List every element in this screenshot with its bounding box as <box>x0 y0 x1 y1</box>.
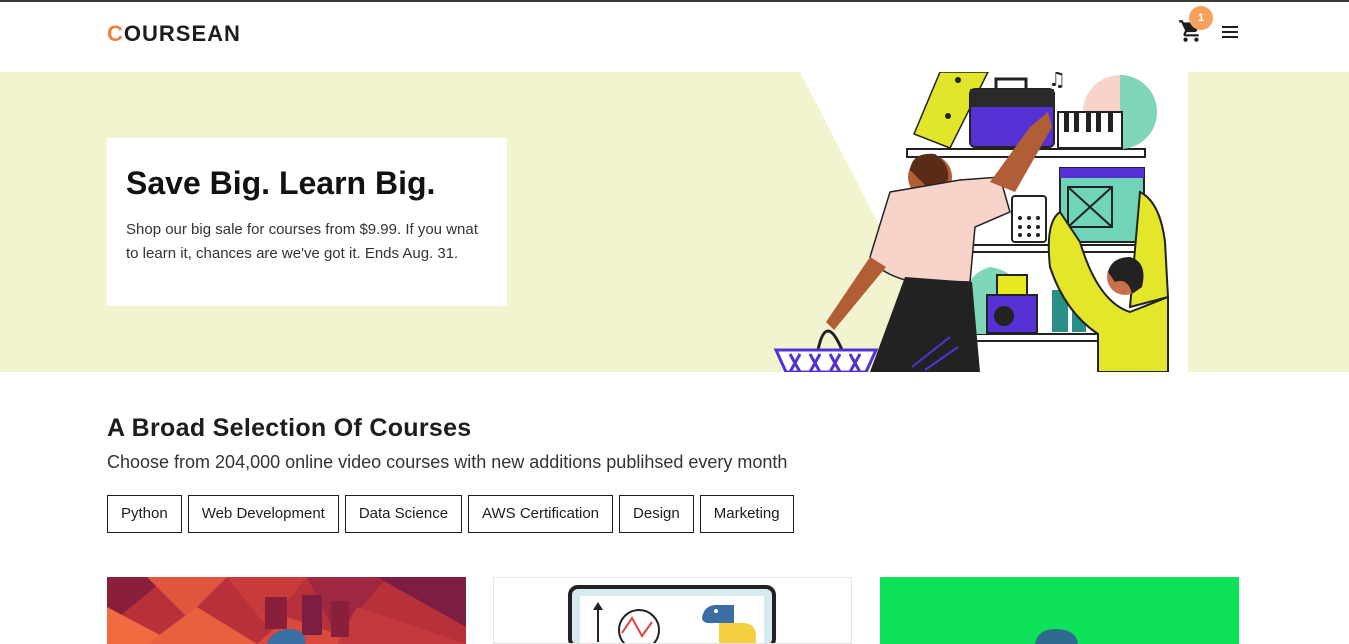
section-subtitle: Choose from 204,000 online video courses… <box>107 452 788 472</box>
logo-text: OURSEAN <box>123 21 241 46</box>
course-thumbnail-image <box>494 578 851 643</box>
hamburger-menu-icon[interactable] <box>1221 24 1239 40</box>
category-tab-web-development[interactable]: Web Development <box>187 495 339 533</box>
category-tab-marketing[interactable]: Marketing <box>699 495 794 533</box>
site-header: COURSEAN 1 <box>0 2 1349 72</box>
hero-description: Shop our big sale for courses from $9.99… <box>126 221 478 262</box>
course-card-thumbnail[interactable] <box>107 577 466 644</box>
cart-count-badge: 1 <box>1189 6 1213 30</box>
course-thumbnail-image <box>107 577 466 644</box>
category-tab-python[interactable]: Python <box>107 495 182 533</box>
svg-text:♫: ♫ <box>1048 72 1066 91</box>
hero-banner: ♫ Save Big. Learn Big. Shop our big sale… <box>0 72 1349 372</box>
section-title: A Broad Selection Of Courses <box>107 414 472 442</box>
hero-title: Save Big. Learn Big. <box>126 165 436 201</box>
course-card-thumbnail[interactable] <box>880 577 1239 644</box>
category-tab-aws-certification[interactable]: AWS Certification <box>468 495 614 533</box>
site-logo[interactable]: COURSEAN <box>107 21 241 47</box>
course-card-thumbnail[interactable] <box>493 577 852 644</box>
category-tabs: Python Web Development Data Science AWS … <box>107 495 794 533</box>
category-tab-data-science[interactable]: Data Science <box>344 495 463 533</box>
course-thumbnail-image <box>880 577 1239 644</box>
category-tab-design[interactable]: Design <box>619 495 694 533</box>
logo-accent-letter: C <box>107 21 124 46</box>
hero-promo-card: Save Big. Learn Big. Shop our big sale f… <box>107 138 507 306</box>
